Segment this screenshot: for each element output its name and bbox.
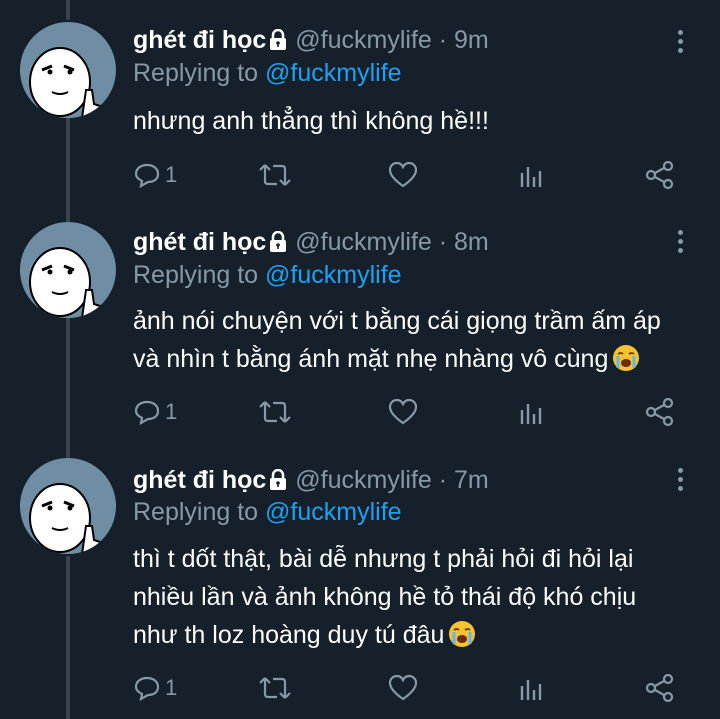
share-button[interactable]: [645, 160, 675, 190]
like-button[interactable]: [388, 397, 418, 427]
display-name[interactable]: ghét đi học: [133, 26, 266, 54]
retweet-button[interactable]: [258, 673, 292, 703]
more-vertical-icon[interactable]: [672, 30, 688, 56]
replying-to-link[interactable]: @fuckmylife: [265, 59, 402, 87]
separator-dot: ·: [438, 466, 448, 494]
retweet-icon: [259, 164, 291, 186]
analytics-button[interactable]: [518, 160, 546, 190]
display-name[interactable]: ghét đi học: [133, 466, 266, 494]
heart-icon: [388, 674, 418, 701]
tweet-text-line: như th loz hoàng duy tú đâu: [133, 616, 693, 654]
avatar-face-image: [29, 247, 101, 318]
timestamp[interactable]: 9m: [454, 26, 489, 54]
avatar-face-image: [29, 483, 101, 554]
user-handle[interactable]: @fuckmylife: [295, 466, 432, 494]
tweet-header: ghét đi học @fuckmylife · 9m: [133, 25, 489, 55]
analytics-button[interactable]: [518, 673, 546, 703]
lock-icon: [270, 231, 287, 252]
timestamp[interactable]: 8m: [454, 228, 489, 256]
reply-icon: [134, 400, 160, 426]
heart-icon: [388, 398, 418, 425]
action-bar: 1: [0, 160, 720, 190]
like-button[interactable]: [388, 160, 418, 190]
separator-dot: ·: [438, 26, 448, 54]
avatar[interactable]: [20, 22, 116, 118]
share-button[interactable]: [645, 397, 675, 427]
tweet[interactable]: ghét đi học @fuckmylife · 7m Replying to…: [0, 450, 720, 719]
avatar[interactable]: [20, 458, 116, 554]
loudly-crying-face-emoji: [449, 621, 476, 647]
retweet-button[interactable]: [258, 160, 292, 190]
tweet-text-line: và nhìn t bằng ánh mặt nhẹ nhàng vô cùng: [133, 340, 693, 378]
user-handle[interactable]: @fuckmylife: [295, 26, 432, 54]
more-vertical-icon[interactable]: [672, 468, 688, 494]
lock-icon: [270, 29, 287, 50]
replying-prefix: Replying to: [133, 498, 266, 526]
action-bar: 1: [0, 397, 720, 427]
tweet-text-line: nhưng anh thẳng thì không hề!!!: [133, 107, 489, 135]
tweet-header: ghét đi học @fuckmylife · 7m: [133, 465, 489, 495]
reply-count: 1: [165, 399, 178, 424]
share-icon: [645, 160, 674, 190]
avatar-face-image: [29, 47, 101, 118]
lock-icon: [270, 469, 287, 490]
tweet-header: ghét đi học @fuckmylife · 8m: [133, 227, 489, 257]
reply-count: 1: [165, 675, 178, 700]
tweet-text-line: nhiều lần và ảnh không hề tỏ thái độ khó…: [133, 583, 637, 611]
analytics-icon: [520, 404, 542, 424]
like-button[interactable]: [388, 673, 418, 703]
reply-button[interactable]: 1: [133, 160, 177, 190]
replying-prefix: Replying to: [133, 59, 266, 87]
tweet-text: ảnh nói chuyện với t bằng cái giọng trầm…: [133, 302, 693, 378]
tweet-text-line-content: và nhìn t bằng ánh mặt nhẹ nhàng vô cùng: [133, 345, 609, 373]
analytics-icon: [520, 167, 542, 187]
tweet[interactable]: ghét đi học @fuckmylife · 9m Replying to…: [0, 0, 720, 210]
avatar[interactable]: [20, 222, 116, 318]
share-icon: [645, 673, 674, 703]
heart-icon: [388, 161, 418, 188]
share-button[interactable]: [645, 673, 675, 703]
share-icon: [645, 397, 674, 427]
tweet[interactable]: ghét đi học @fuckmylife · 8m Replying to…: [0, 210, 720, 450]
reply-count: 1: [165, 162, 178, 187]
action-bar: 1: [0, 673, 720, 703]
replying-prefix: Replying to: [133, 261, 266, 289]
tweet-text-line: thì t dốt thật, bài dễ nhưng t phải hỏi …: [133, 545, 634, 573]
more-vertical-icon[interactable]: [672, 230, 688, 256]
separator-dot: ·: [438, 228, 448, 256]
display-name[interactable]: ghét đi học: [133, 228, 266, 256]
tweet-text-line: ảnh nói chuyện với t bằng cái giọng trầm…: [133, 307, 661, 335]
loudly-crying-face-emoji: [613, 345, 640, 371]
tweet-text: nhưng anh thẳng thì không hề!!!: [133, 102, 693, 140]
retweet-icon: [259, 401, 291, 423]
reply-button[interactable]: 1: [133, 397, 177, 427]
timestamp[interactable]: 7m: [454, 466, 489, 494]
analytics-icon: [520, 680, 542, 700]
replying-to: Replying to @fuckmylife: [133, 58, 402, 88]
replying-to-link[interactable]: @fuckmylife: [265, 261, 402, 289]
reply-icon: [134, 163, 160, 189]
tweet-text: thì t dốt thật, bài dễ nhưng t phải hỏi …: [133, 540, 693, 654]
reply-button[interactable]: 1: [133, 673, 177, 703]
retweet-icon: [259, 677, 291, 699]
analytics-button[interactable]: [518, 397, 546, 427]
replying-to: Replying to @fuckmylife: [133, 260, 402, 290]
retweet-button[interactable]: [258, 397, 292, 427]
replying-to: Replying to @fuckmylife: [133, 497, 402, 527]
tweet-text-line-content: như th loz hoàng duy tú đâu: [133, 621, 445, 649]
reply-icon: [134, 676, 160, 702]
replying-to-link[interactable]: @fuckmylife: [265, 498, 402, 526]
user-handle[interactable]: @fuckmylife: [295, 228, 432, 256]
